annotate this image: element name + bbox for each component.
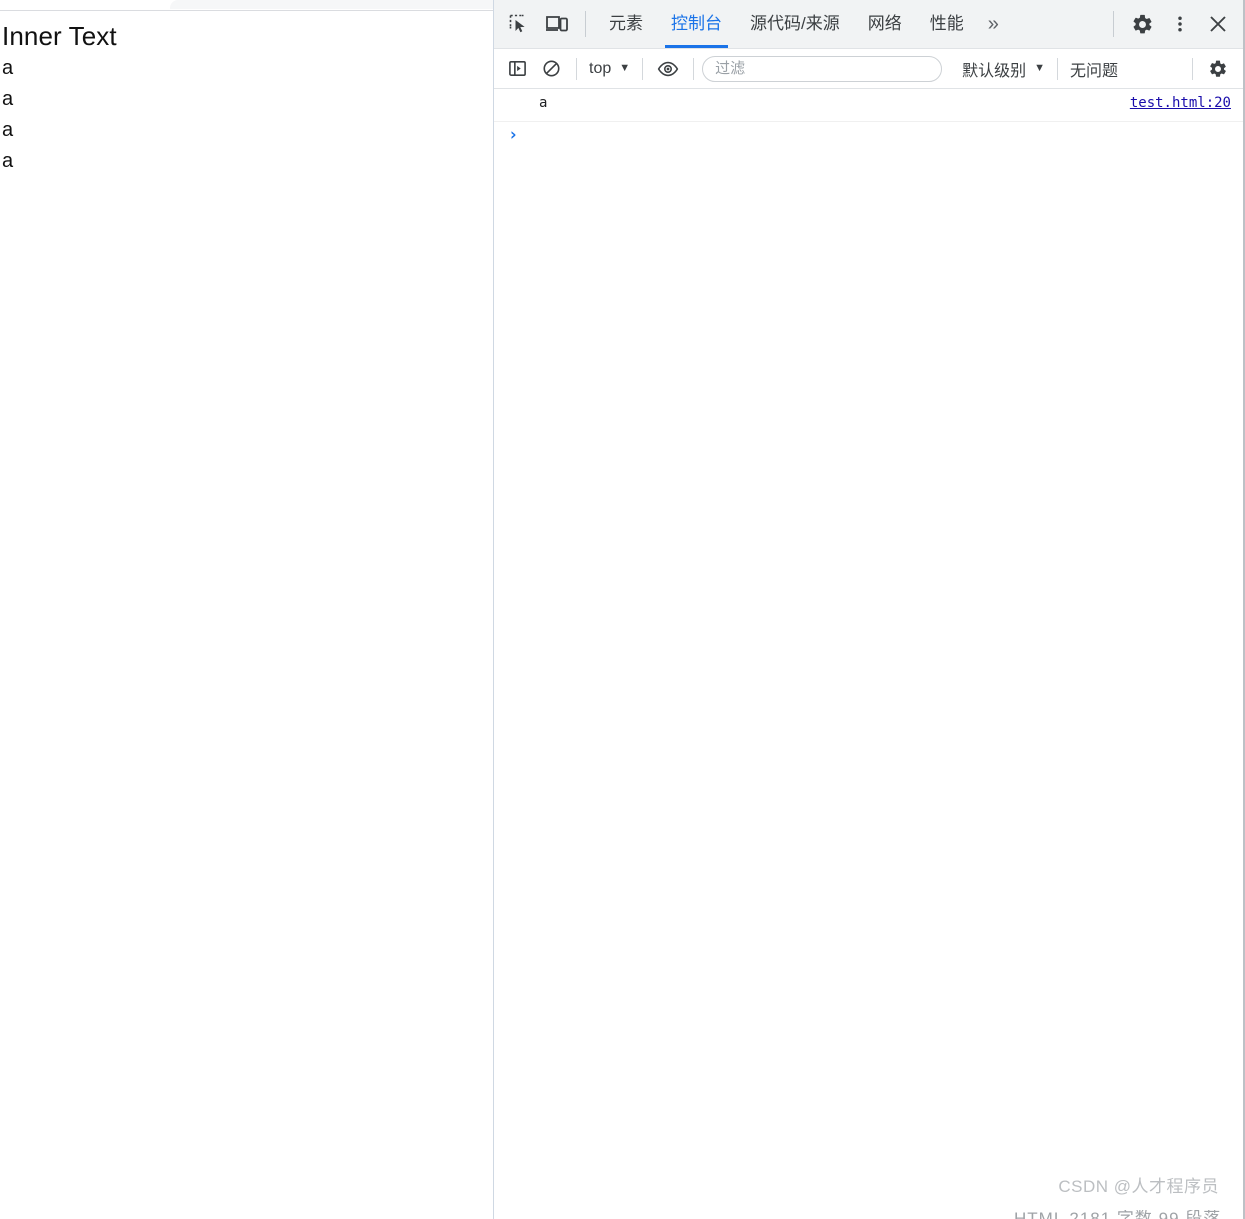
tab-performance[interactable]: 性能 <box>916 0 978 48</box>
issues-status[interactable]: 无问题 <box>1066 57 1122 81</box>
devtools-panel: 元素 控制台 源代码/来源 网络 性能 » top ▼ 过滤 默认级别 ▼ 无问… <box>493 0 1245 1219</box>
console-source-link[interactable]: test.html:20 <box>1130 94 1231 112</box>
tab-elements[interactable]: 元素 <box>595 0 657 48</box>
log-level-selector[interactable]: 默认级别 ▼ <box>958 55 1049 83</box>
page-line: a <box>2 57 14 79</box>
page-title: Inner Text <box>2 21 117 51</box>
gear-icon[interactable] <box>1123 5 1161 43</box>
tab-network[interactable]: 网络 <box>854 0 916 48</box>
filterbar-divider <box>1057 57 1059 80</box>
log-level-label: 默认级别 <box>962 62 1027 80</box>
chevron-down-icon: ▼ <box>1034 62 1046 74</box>
browser-tab-stub <box>170 0 493 9</box>
console-prompt-input[interactable] <box>518 125 1245 145</box>
page-line: a <box>2 150 14 172</box>
clear-console-icon[interactable] <box>534 54 568 84</box>
tab-console[interactable]: 控制台 <box>657 0 736 48</box>
browser-window: Inner Text a a a a 元素 控制台 源代码/来源 网络 性能 »… <box>0 0 1245 1219</box>
devtools-toolbar-right <box>1104 5 1245 43</box>
filterbar-divider <box>576 57 577 80</box>
more-tabs-icon[interactable]: » <box>978 0 1009 48</box>
live-expression-eye-icon[interactable] <box>651 54 685 84</box>
web-page-viewport: Inner Text a a a a <box>0 0 493 1219</box>
console-settings-gear-icon[interactable] <box>1201 54 1235 84</box>
console-prompt[interactable]: › <box>494 122 1245 148</box>
filterbar-right <box>1184 54 1245 84</box>
toolbar-divider <box>585 11 586 37</box>
toolbar-divider <box>1113 11 1114 37</box>
page-content: Inner Text a a a a <box>0 11 493 177</box>
chevron-down-icon: ▼ <box>619 62 631 74</box>
kebab-menu-icon[interactable] <box>1161 5 1199 43</box>
devtools-toolbar: 元素 控制台 源代码/来源 网络 性能 » <box>494 0 1245 49</box>
page-line: a <box>2 88 14 110</box>
console-log-message: a <box>539 95 548 111</box>
tab-sources[interactable]: 源代码/来源 <box>736 0 854 48</box>
prompt-chevron-icon: › <box>508 124 519 145</box>
page-line: a <box>2 119 14 141</box>
device-toolbar-icon[interactable] <box>538 5 576 43</box>
console-filter-bar: top ▼ 默认级别 ▼ 无问题 <box>494 49 1245 89</box>
inspect-element-icon[interactable] <box>500 5 538 43</box>
console-filter-input[interactable] <box>702 55 943 82</box>
console-sidebar-icon[interactable] <box>500 54 534 84</box>
filterbar-divider <box>1192 57 1193 80</box>
close-icon[interactable] <box>1199 5 1237 43</box>
execution-context-label: top <box>589 59 612 77</box>
filterbar-divider <box>642 57 644 80</box>
console-output[interactable]: a test.html:20 › <box>494 89 1245 1219</box>
console-log-row[interactable]: a test.html:20 <box>494 89 1245 122</box>
filterbar-divider <box>693 57 695 80</box>
execution-context-selector[interactable]: top ▼ <box>585 58 634 80</box>
